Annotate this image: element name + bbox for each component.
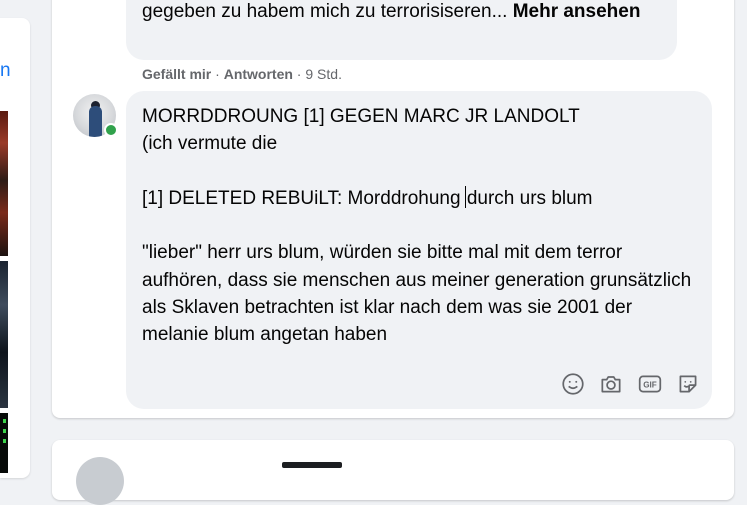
composer-blank-line [142,158,694,185]
comment-text-tail: gegeben zu habem mich zu terrorisiseren.… [142,1,513,22]
composer-line: (ich vermute die [142,133,278,155]
composer-line-part: [1] DELETED REBUiLT: Morddrohung [142,187,466,209]
camera-icon[interactable] [598,371,624,397]
composer-line: [1] DELETED REBUiLT: Morddrohung durch u… [142,185,694,212]
comment-actions: Gefällt mir · Antworten · 9 Std. [142,65,342,83]
avatar[interactable] [76,457,124,505]
see-more-link[interactable]: Mehr ansehen [513,1,641,22]
composer-line-part: durch urs blum [466,187,593,209]
sticker-icon[interactable] [675,371,701,397]
sidebar-link-fragment[interactable]: n [0,60,11,82]
post-card [52,440,734,500]
like-button[interactable]: Gefällt mir [142,66,211,82]
comment-timestamp[interactable]: 9 Std. [305,66,342,82]
sidebar-thumbnail[interactable] [0,413,8,473]
comment-text: gegeben zu habem mich zu terrorisiseren.… [142,0,662,25]
composer-line: MORRDDROUNG [1] GEGEN MARC JR LANDOLT [142,106,580,127]
action-separator: · [292,66,306,82]
gif-icon-text: GIF [643,380,657,389]
gif-icon[interactable]: GIF [637,371,663,397]
sidebar-thumbnail[interactable] [0,261,8,408]
left-sidebar-panel: n [0,18,30,478]
reply-button[interactable]: Antworten [224,66,293,82]
text-caret [464,185,466,208]
online-status-dot [104,123,118,137]
action-separator: · [211,66,224,82]
author-name[interactable] [282,462,342,468]
comment-input[interactable]: MORRDDROUNG [1] GEGEN MARC JR LANDOLT (ic… [142,103,694,349]
composer-blank-line [142,212,694,239]
emoji-icon[interactable] [560,371,586,397]
sidebar-thumbnail[interactable] [0,111,8,256]
composer-paragraph: "lieber" herr urs blum, würden sie bitte… [142,242,697,346]
